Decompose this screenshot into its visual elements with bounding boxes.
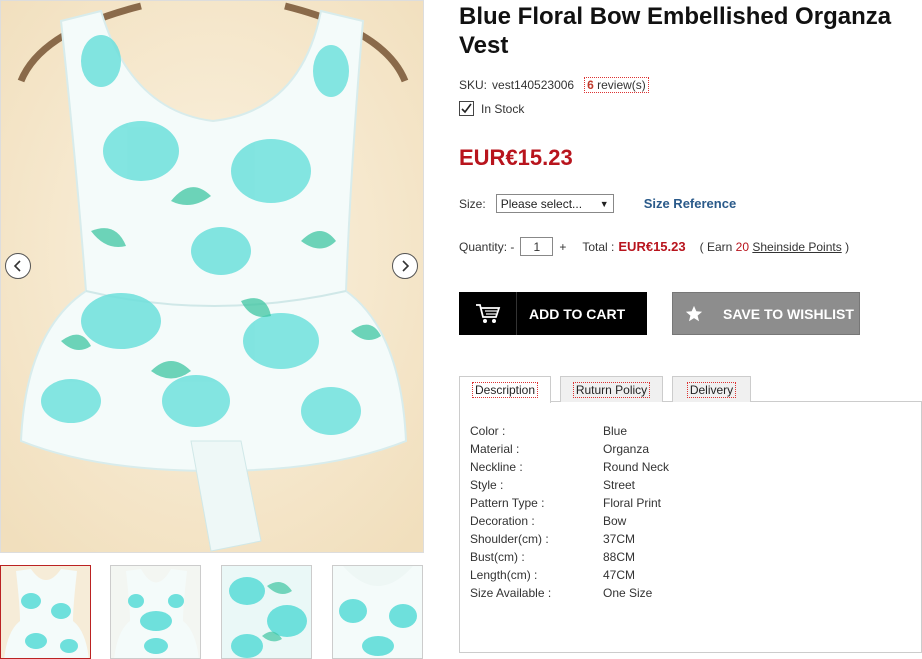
spec-label: Length(cm) :	[470, 568, 538, 582]
quantity-plus-button[interactable]: +	[559, 240, 566, 254]
thumbnail-2[interactable]	[110, 565, 201, 659]
size-reference-link[interactable]: Size Reference	[644, 196, 737, 211]
spec-value: Organza	[603, 442, 650, 456]
quantity-row: Quantity: - 1 + Total : EUR€15.23 ( Earn…	[459, 237, 849, 256]
tab-delivery[interactable]: Delivery	[672, 376, 751, 402]
earn-points-value: 20	[735, 239, 749, 254]
save-to-wishlist-label: SAVE TO WISHLIST	[723, 305, 854, 322]
tab-description[interactable]: Description	[459, 376, 551, 403]
spec-label: Size Available :	[470, 586, 552, 600]
stock-label: In Stock	[481, 101, 525, 116]
spec-value: Bow	[603, 514, 627, 528]
chevron-right-icon	[402, 260, 410, 272]
quantity-label[interactable]: Quantity: -	[459, 240, 514, 254]
checkmark-icon	[459, 101, 474, 116]
star-icon	[673, 305, 715, 323]
spec-label: Color :	[470, 424, 506, 438]
stock-status: In Stock	[459, 101, 524, 116]
tab-description-label: Description	[471, 382, 539, 398]
spec-label: Style :	[470, 478, 504, 492]
spec-value: 88CM	[603, 550, 636, 564]
earn-points: ( Earn 20 Sheinside Points )	[700, 240, 849, 254]
tab-return-policy[interactable]: Ruturn Policy	[560, 376, 663, 402]
cart-icon	[459, 292, 517, 335]
spec-value: 37CM	[603, 532, 636, 546]
spec-label: Shoulder(cm) :	[470, 532, 549, 546]
spec-value: One Size	[603, 586, 653, 600]
product-price: EUR€15.23	[459, 145, 573, 170]
next-image-button[interactable]	[392, 253, 418, 279]
quantity-input[interactable]: 1	[520, 237, 554, 256]
spec-label: Neckline :	[470, 460, 523, 474]
description-panel: Color : Blue Material : Organza Neckline : Ro…	[459, 401, 922, 653]
spec-label: Decoration :	[470, 514, 535, 528]
product-tabs: Description Ruturn Policy Delivery	[459, 376, 922, 403]
thumbnail-4[interactable]	[332, 565, 423, 659]
review-label: review(s)	[597, 78, 646, 92]
product-title: Blue Floral Bow Embellished Organza Vest	[459, 3, 892, 59]
thumbnail-strip	[0, 565, 424, 659]
dropdown-arrow-icon: ▼	[599, 198, 609, 209]
sku-row: SKU: vest140523006 6 review(s)	[459, 77, 649, 93]
chevron-left-icon	[13, 260, 21, 272]
thumbnail-3[interactable]	[221, 565, 312, 659]
spec-value: Blue	[603, 424, 628, 438]
spec-value: Round Neck	[603, 460, 670, 474]
spec-value: Floral Print	[603, 496, 662, 510]
reviews-link[interactable]: 6 review(s)	[584, 77, 649, 93]
add-to-cart-button[interactable]: ADD TO CART	[459, 292, 647, 335]
earn-prefix: ( Earn	[699, 239, 733, 254]
spec-label: Pattern Type :	[470, 496, 545, 510]
size-label: Size:	[459, 196, 486, 211]
sku-value: vest140523006	[492, 78, 575, 92]
tab-delivery-label: Delivery	[686, 381, 737, 398]
save-to-wishlist-button[interactable]: SAVE TO WISHLIST	[672, 292, 860, 335]
earn-suffix: )	[845, 239, 850, 254]
thumbnail-1[interactable]	[0, 565, 91, 659]
review-count: 6	[587, 78, 594, 92]
spec-label: Bust(cm) :	[470, 550, 525, 564]
sku-label: SKU:	[459, 78, 488, 92]
size-select[interactable]: Please select... ▼	[495, 194, 614, 213]
main-product-image	[0, 0, 424, 553]
total-label: Total :	[582, 239, 615, 254]
size-row: Size: Please select... ▼ Size Reference	[459, 194, 736, 213]
add-to-cart-label: ADD TO CART	[529, 305, 626, 322]
total-price: EUR€15.23	[618, 239, 686, 254]
spec-value: 47CM	[603, 568, 636, 582]
tab-return-policy-label: Ruturn Policy	[572, 381, 651, 398]
spec-label: Material :	[470, 442, 520, 456]
points-link[interactable]: Sheinside Points	[752, 240, 841, 254]
previous-image-button[interactable]	[5, 253, 31, 279]
size-selected-value: Please select...	[500, 196, 583, 211]
spec-value: Street	[603, 478, 636, 492]
